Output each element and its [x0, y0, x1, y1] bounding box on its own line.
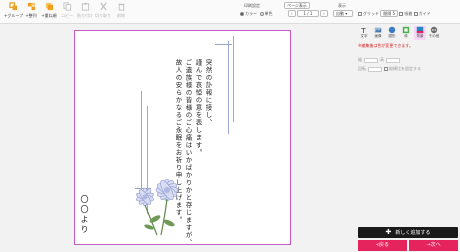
- cut-label: 切り取り: [95, 13, 111, 18]
- copy-label: コピー: [61, 13, 73, 18]
- mono-radio-label: 単色: [264, 11, 273, 16]
- radio-checked-icon: [240, 12, 244, 16]
- prev-page-button[interactable]: ‹: [288, 10, 296, 17]
- align-button[interactable]: +整列: [22, 2, 40, 22]
- frame-line: [215, 44, 232, 45]
- shape-tool-label: 図形: [388, 34, 396, 38]
- text-tool-label: 文字: [360, 34, 368, 38]
- checkbox-icon: [358, 11, 362, 16]
- zoom-value: 自動: [336, 11, 344, 16]
- order-label: +重ね順: [41, 13, 57, 18]
- chevron-down-icon: ▾: [345, 11, 348, 16]
- background-icon: [416, 26, 424, 34]
- mono-radio[interactable]: 単色: [259, 11, 273, 16]
- card-canvas[interactable]: 突然の訃報に接し、 謹んで哀悼の意を表します。 ご遺族様の皆様のご心痛はいかばか…: [74, 30, 291, 247]
- back-button[interactable]: «戻る: [358, 240, 407, 251]
- chrysanthemum-illustration[interactable]: [127, 175, 195, 237]
- page-indicator: 1 / 1: [296, 10, 319, 17]
- image-tool-label: 画像: [374, 34, 382, 38]
- snap-label: 吸着: [404, 10, 413, 16]
- message-line-1[interactable]: 突然の訃報に接し、: [203, 59, 212, 127]
- background-tool-button[interactable]: 背景: [414, 26, 426, 40]
- checkbox-icon[interactable]: [384, 67, 388, 71]
- back-label: 戻る: [379, 242, 390, 248]
- checkbox-icon: [413, 11, 418, 16]
- plus-icon: ✚: [385, 228, 392, 236]
- color-mode-group: カラー 単色: [240, 11, 273, 17]
- image-tool-button[interactable]: 画像: [372, 26, 384, 40]
- checkbox-icon: [399, 11, 404, 16]
- width-input[interactable]: [364, 57, 378, 63]
- page-display-label: ページ表示: [284, 2, 310, 9]
- frame-icon: [402, 26, 410, 34]
- grid-checkbox[interactable]: グリッド: [358, 11, 379, 16]
- right-panel: T 文字 画像 図形 枠 背景 その他 ※編集後は色が変更できます。 幅高 回転…: [358, 26, 458, 226]
- height-input[interactable]: [386, 57, 400, 63]
- text-icon: T: [360, 26, 366, 34]
- color-radio-label: カラー: [245, 11, 257, 16]
- other-tool-button[interactable]: その他: [428, 26, 440, 40]
- delete-button[interactable]: 削除: [112, 2, 130, 22]
- cut-icon: [99, 2, 107, 11]
- paste-button[interactable]: 貼り付け: [76, 2, 94, 22]
- svg-text:T: T: [360, 26, 366, 34]
- message-line-2[interactable]: 謹んで哀悼の意を表します。: [193, 59, 202, 157]
- shape-icon: [388, 26, 396, 34]
- page-navigator: ‹ 1 / 1 ›: [288, 10, 328, 17]
- grid-options: グリッド 間隔 5 吸着 ガイド: [358, 10, 431, 17]
- align-icon: [27, 2, 35, 11]
- panel-tools: T 文字 画像 図形 枠 背景 その他: [358, 26, 458, 40]
- paste-icon: [81, 2, 89, 11]
- frame-tool-button[interactable]: 枠: [400, 26, 412, 40]
- rotate-row: 回転 縦横比を固定する: [358, 66, 421, 72]
- rotate-input[interactable]: [368, 66, 382, 72]
- frame-tool-label: 枠: [404, 34, 408, 38]
- other-tool-label: その他: [428, 34, 440, 38]
- page-display-button[interactable]: ページ表示: [284, 2, 310, 9]
- copy-button[interactable]: コピー: [58, 2, 76, 22]
- top-toolbar: +グループ +整列 +重ね順 コピー 貼り付け 切り取り 削除 印刷設定 カラー…: [0, 0, 460, 24]
- order-button[interactable]: +重ね順: [40, 2, 58, 22]
- next-page-button[interactable]: ›: [320, 10, 328, 17]
- frame-line: [233, 36, 234, 122]
- align-label: +整列: [25, 13, 37, 18]
- cut-button[interactable]: 切り取り: [94, 2, 112, 22]
- text-tool-button[interactable]: T 文字: [358, 26, 370, 40]
- add-new-button[interactable]: ✚ 新しく追加する: [358, 227, 458, 238]
- height-label: 高: [380, 57, 384, 62]
- paste-label: 貼り付け: [77, 13, 93, 18]
- copy-icon: [62, 2, 71, 11]
- rotate-label: 回転: [358, 66, 366, 71]
- width-label: 幅: [358, 57, 362, 62]
- group-icon: [8, 2, 17, 11]
- guide-label: ガイド: [418, 10, 431, 16]
- lock-ratio-label: 縦横比を固定する: [389, 66, 421, 71]
- group-button[interactable]: +グループ: [4, 2, 24, 22]
- grid-interval-select[interactable]: 間隔 5: [380, 10, 399, 17]
- snap-checkbox[interactable]: 吸着: [399, 11, 412, 16]
- grid-label: グリッド: [363, 10, 379, 16]
- zoom-select[interactable]: 自動 ▾: [333, 10, 353, 17]
- size-row: 幅高: [358, 57, 402, 63]
- more-icon: [430, 26, 438, 34]
- print-setting-title: 印刷設定: [244, 3, 260, 8]
- signature[interactable]: 〇〇より: [79, 195, 90, 235]
- radio-unchecked-icon: [259, 12, 264, 16]
- shape-tool-button[interactable]: 図形: [386, 26, 398, 40]
- trash-icon: [117, 3, 125, 11]
- next-button[interactable]: →次へ: [409, 240, 458, 251]
- color-radio[interactable]: カラー: [240, 11, 257, 16]
- guide-checkbox[interactable]: ガイド: [413, 10, 431, 16]
- background-tool-label: 背景: [416, 34, 424, 38]
- warning-message: ※編集後は色が変更できます。: [358, 43, 413, 48]
- zoom-title: 表示: [338, 3, 346, 8]
- group-label: +グループ: [4, 13, 24, 18]
- add-new-label: 新しく追加する: [395, 230, 431, 236]
- layer-order-icon: [45, 2, 53, 11]
- frame-line: [228, 41, 229, 134]
- image-icon: [374, 27, 382, 33]
- next-label: 次へ: [430, 242, 441, 248]
- delete-label: 削除: [117, 13, 125, 18]
